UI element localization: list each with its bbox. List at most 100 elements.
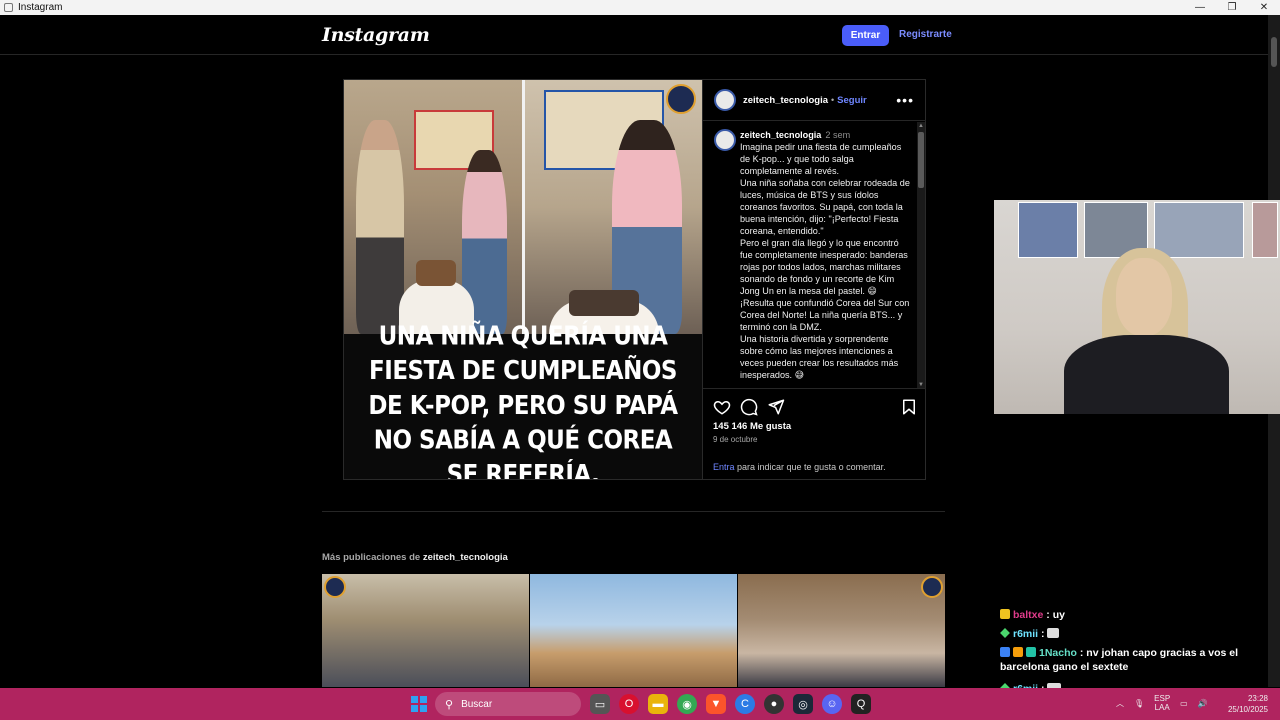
separator-dot: •	[831, 95, 835, 105]
comment-text: Imagina pedir una fiesta de cumpleaños d…	[740, 142, 910, 380]
comment-icon[interactable]	[740, 398, 758, 416]
wall-poster	[1018, 202, 1078, 258]
more-posts-prefix: Más publicaciones de	[322, 552, 423, 563]
system-clock[interactable]: 23:28 25/10/2025	[1228, 693, 1268, 715]
zeitech-logo	[324, 576, 346, 598]
comment-avatar[interactable]	[714, 129, 736, 151]
login-button[interactable]: Entrar	[842, 25, 889, 46]
chat-text: uy	[1052, 609, 1065, 621]
heart-icon[interactable]	[713, 398, 731, 416]
login-hint-text: para indicar que te gusta o comentar.	[734, 462, 886, 472]
login-link[interactable]: Entra	[713, 462, 735, 472]
app-q-icon[interactable]: Q	[851, 694, 871, 714]
volume-icon[interactable]: 🔊	[1198, 699, 1208, 708]
chat-username: baltxe	[1013, 609, 1044, 621]
opera-icon[interactable]: O	[619, 694, 639, 714]
obs-icon[interactable]: ●	[764, 694, 784, 714]
brave-icon[interactable]: ▼	[706, 694, 726, 714]
streamer-body	[1064, 335, 1229, 414]
more-posts-heading: Más publicaciones de zeitech_tecnologia	[322, 552, 508, 563]
section-divider	[322, 511, 945, 512]
post-header: zeitech_tecnologia • Seguir •••	[703, 80, 926, 121]
father-figure	[356, 120, 404, 334]
network-icon[interactable]: ▭	[1180, 699, 1188, 708]
scroll-down-icon[interactable]: ▼	[917, 381, 925, 388]
cake-left	[416, 260, 456, 286]
author-avatar[interactable]	[714, 89, 736, 111]
chat-message: baltxe : uy	[1000, 608, 1262, 622]
cake-right	[569, 290, 639, 316]
streamer-face	[1116, 258, 1172, 336]
post-date: 9 de octubre	[713, 435, 758, 444]
likes-count[interactable]: 145 146 Me gusta	[713, 421, 791, 432]
zeitech-logo	[921, 576, 943, 598]
post-image[interactable]: UNA NIÑA QUERÍA UNA FIESTA DE CUMPLEAÑOS…	[344, 80, 702, 479]
window-title: Instagram	[18, 2, 63, 13]
minimize-icon[interactable]: —	[1184, 0, 1216, 15]
windows-taskbar: ⚲ Buscar ▭ O ▬ ◉ ▼ C ● ◎ ☺ Q ︿ 🎙 ESP LAA ▭…	[0, 688, 1280, 720]
webcam-overlay	[994, 200, 1280, 414]
post-actions	[713, 398, 918, 416]
diamond-badge-icon	[1000, 628, 1010, 638]
ccleaner-icon[interactable]: C	[735, 694, 755, 714]
microphone-icon[interactable]: 🎙	[1134, 699, 1144, 708]
language-code: ESP	[1154, 694, 1171, 703]
wall-poster	[1252, 202, 1278, 258]
more-posts-username[interactable]: zeitech_tecnologia	[423, 552, 508, 563]
chat-username: 1Nacho	[1039, 647, 1077, 659]
start-button[interactable]	[411, 696, 427, 712]
caption-comment: zeitech_tecnologia 2 sem Imagina pedir un…	[740, 129, 910, 381]
badge-icon	[1000, 647, 1010, 657]
post-card: UNA NIÑA QUERÍA UNA FIESTA DE CUMPLEAÑOS…	[343, 79, 926, 480]
bookmark-icon[interactable]	[900, 398, 918, 416]
post-thumbnail[interactable]	[322, 574, 529, 687]
instagram-logo[interactable]: Instagram	[322, 24, 430, 46]
clock-time: 23:28	[1247, 694, 1268, 703]
post-thumbnail[interactable]	[738, 574, 945, 687]
wall-poster	[1154, 202, 1244, 258]
maximize-icon[interactable]: ❐	[1216, 0, 1248, 15]
steam-icon[interactable]: ◎	[793, 694, 813, 714]
share-icon[interactable]	[767, 398, 785, 416]
window-controls: — ❐ ✕	[1184, 0, 1280, 15]
badge-icon	[1026, 647, 1036, 657]
close-icon[interactable]: ✕	[1248, 0, 1280, 15]
page-scrollbar-thumb[interactable]	[1271, 37, 1277, 67]
more-posts-grid	[322, 574, 945, 687]
zeitech-logo	[666, 84, 696, 114]
chrome-icon[interactable]: ◉	[677, 694, 697, 714]
chat-message: 1Nacho : nv johan capo gracias a vos el …	[1000, 647, 1239, 673]
discord-icon[interactable]: ☺	[822, 694, 842, 714]
scroll-up-icon[interactable]: ▲	[917, 122, 925, 130]
comment-username[interactable]: zeitech_tecnologia	[740, 130, 821, 140]
chevron-up-icon[interactable]: ︿	[1116, 698, 1124, 709]
system-tray: ︿ 🎙 ESP LAA ▭ 🔊	[1116, 694, 1208, 712]
taskbar-search[interactable]: ⚲ Buscar	[435, 692, 581, 716]
author-username[interactable]: zeitech_tecnologia	[743, 95, 828, 106]
language-indicator[interactable]: ESP LAA	[1154, 694, 1170, 712]
stream-chat: baltxe : uy r6mii : 1Nacho : nv johan ca…	[996, 604, 1268, 695]
badge-icon	[1013, 647, 1023, 657]
instagram-header: Instagram Entrar Registrarte	[0, 15, 1268, 55]
image-caption: UNA NIÑA QUERÍA UNA FIESTA DE CUMPLEAÑOS…	[368, 321, 678, 479]
follow-button[interactable]: Seguir	[837, 95, 867, 106]
taskbar-apps: ▭ O ▬ ◉ ▼ C ● ◎ ☺ Q	[590, 694, 871, 714]
post-thumbnail[interactable]	[530, 574, 737, 687]
layout-code: LAA	[1154, 703, 1170, 712]
signup-link[interactable]: Registrarte	[899, 29, 952, 40]
login-hint: Entra para indicar que te gusta o coment…	[713, 462, 886, 472]
comment-time: 2 sem	[825, 130, 851, 140]
comments-panel[interactable]: zeitech_tecnologia 2 sem Imagina pedir un…	[703, 122, 926, 389]
comments-scrollbar-thumb[interactable]	[918, 132, 924, 188]
window-titlebar: Instagram — ❐ ✕	[0, 0, 1280, 15]
chat-message: r6mii :	[1000, 627, 1262, 641]
more-options-icon[interactable]: •••	[896, 92, 914, 108]
comments-scrollbar[interactable]: ▲ ▼	[917, 122, 925, 388]
crown-badge-icon	[1000, 609, 1010, 619]
task-view-icon[interactable]: ▭	[590, 694, 610, 714]
post-sidebar: zeitech_tecnologia • Seguir ••• zeitech_…	[702, 80, 926, 479]
clock-date: 25/10/2025	[1227, 705, 1268, 714]
search-label: Buscar	[461, 698, 493, 710]
emote-icon	[1047, 628, 1060, 638]
file-explorer-icon[interactable]: ▬	[648, 694, 668, 714]
